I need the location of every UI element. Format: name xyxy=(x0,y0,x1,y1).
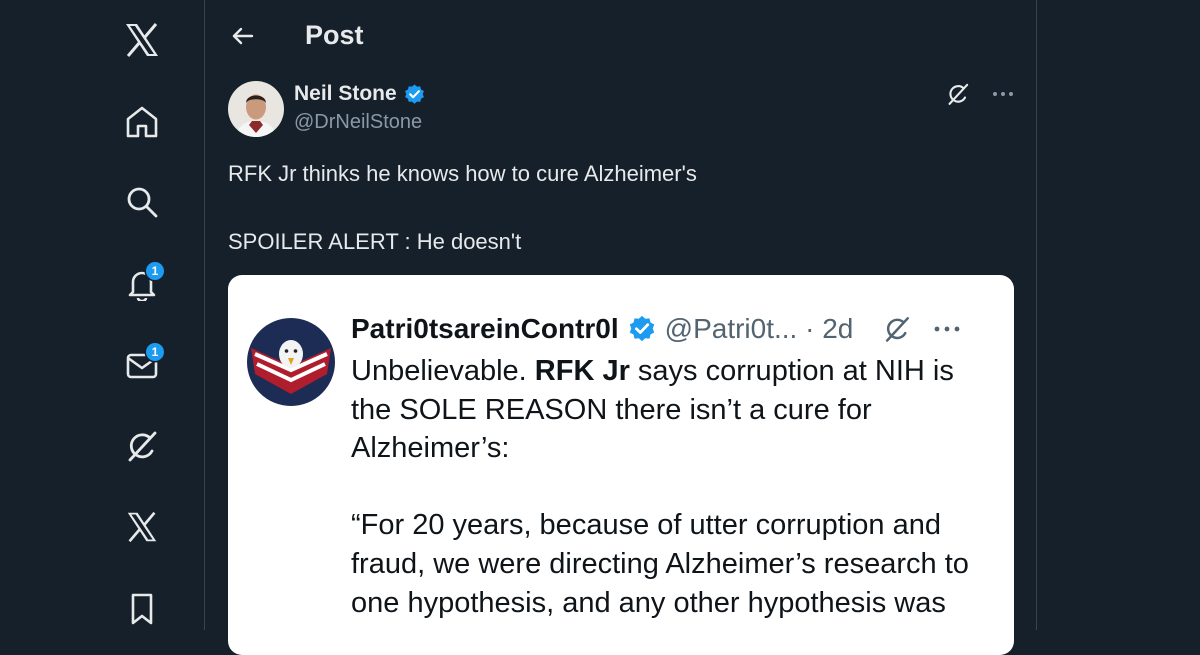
grok-icon[interactable] xyxy=(120,424,164,468)
author-avatar[interactable] xyxy=(228,81,284,137)
quoted-post-text: Unbelievable. RFK Jr says corruption at … xyxy=(351,352,1001,622)
messages-envelope-icon[interactable]: 1 xyxy=(120,343,164,387)
search-icon[interactable] xyxy=(120,180,164,224)
x-premium-icon[interactable] xyxy=(120,505,164,549)
quoted-author-avatar xyxy=(247,318,335,406)
quoted-text-segment: Unbelievable. xyxy=(351,355,535,387)
quoted-author-handle-time: @Patri0t... · 2d xyxy=(664,313,854,344)
x-logo-icon[interactable] xyxy=(120,18,164,62)
quoted-post-image[interactable]: Patri0tsareinContr0l @Patri0t... · 2d Un… xyxy=(228,275,1014,655)
main-column: Post Neil Stone @DrNeilStone RFK Jr thin… xyxy=(205,0,1036,655)
more-options-icon[interactable] xyxy=(992,90,1014,98)
notifications-badge: 1 xyxy=(146,262,164,280)
author-name-text: Neil Stone xyxy=(294,82,397,105)
verified-badge-icon xyxy=(629,315,654,342)
author-handle[interactable]: @DrNeilStone xyxy=(294,111,422,134)
verified-badge-icon xyxy=(404,83,424,104)
quoted-post-header: Patri0tsareinContr0l @Patri0t... · 2d xyxy=(351,313,1001,345)
post-text: RFK Jr thinks he knows how to cure Alzhe… xyxy=(228,157,1008,259)
left-navigation: 1 1 xyxy=(0,0,204,630)
right-divider xyxy=(1036,0,1037,630)
grok-icon xyxy=(883,315,911,343)
grok-icon[interactable] xyxy=(946,82,970,106)
post-text-line: SPOILER ALERT : He doesn't xyxy=(228,229,522,254)
post-actions xyxy=(946,82,1014,106)
bookmark-icon[interactable] xyxy=(120,586,164,630)
page-title: Post xyxy=(305,20,364,50)
more-options-icon xyxy=(933,325,961,333)
home-icon[interactable] xyxy=(120,100,164,144)
author-name[interactable]: Neil Stone xyxy=(294,82,426,106)
back-arrow-icon[interactable] xyxy=(225,18,261,54)
messages-badge: 1 xyxy=(146,343,164,361)
quoted-text-quote: “For 20 years, because of utter corrupti… xyxy=(351,509,969,619)
quoted-author-name: Patri0tsareinContr0l xyxy=(351,313,619,344)
notifications-bell-icon[interactable]: 1 xyxy=(120,262,164,306)
post-text-line: RFK Jr thinks he knows how to cure Alzhe… xyxy=(228,161,697,186)
quoted-text-bold: RFK Jr xyxy=(534,355,630,387)
